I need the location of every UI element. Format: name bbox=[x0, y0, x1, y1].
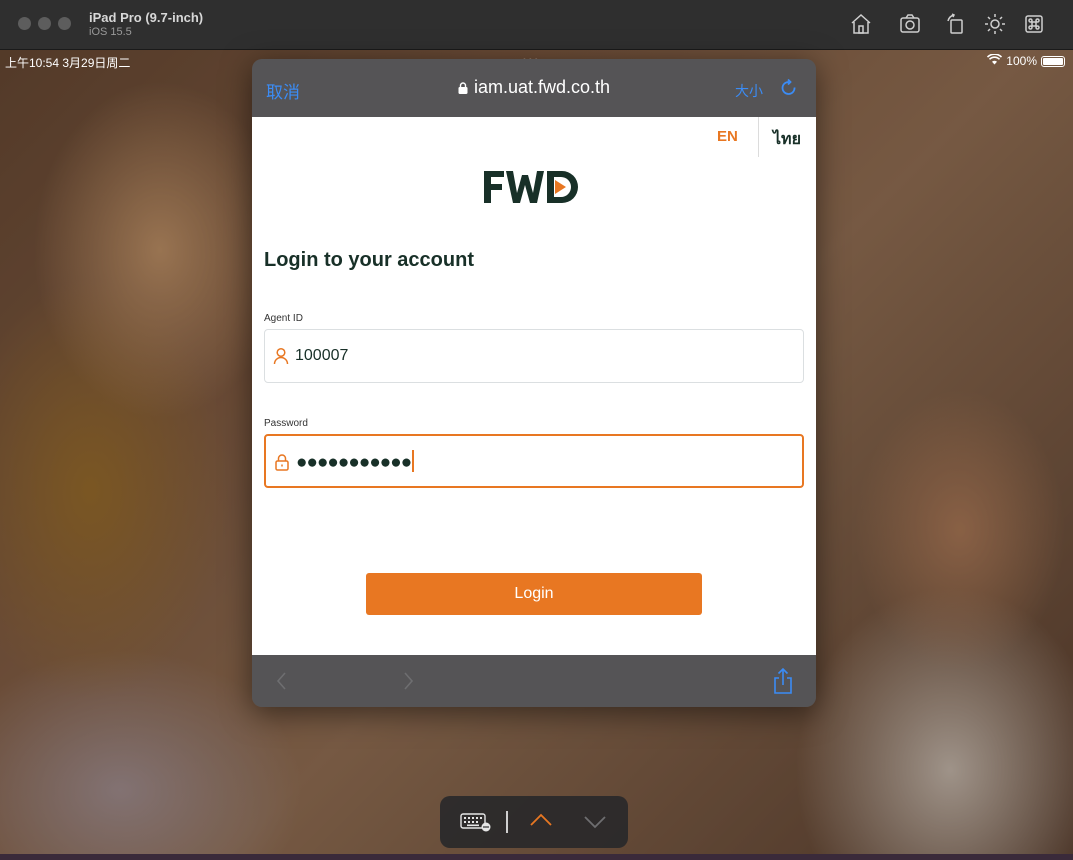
home-icon[interactable] bbox=[849, 12, 873, 36]
back-icon[interactable] bbox=[272, 670, 292, 692]
text-cursor bbox=[412, 450, 415, 472]
forward-icon[interactable] bbox=[398, 670, 418, 692]
page-title: Login to your account bbox=[264, 249, 474, 271]
user-icon bbox=[273, 347, 289, 365]
browser-top-bar: 取消 iam.uat.fwd.co.th 大小 bbox=[252, 59, 816, 117]
padlock-icon bbox=[275, 454, 289, 471]
login-page: EN ไทย Login to your account Agent ID 10… bbox=[252, 117, 816, 655]
agent-id-label: Agent ID bbox=[264, 313, 303, 324]
command-icon[interactable] bbox=[1022, 12, 1046, 36]
fwd-logo bbox=[484, 171, 578, 203]
rotate-icon[interactable] bbox=[944, 12, 968, 36]
language-en-button[interactable]: EN bbox=[717, 128, 738, 145]
device-name: iPad Pro (9.7-inch) bbox=[89, 10, 204, 25]
simulator-titlebar: iPad Pro (9.7-inch) iOS 15.5 bbox=[0, 0, 1073, 50]
address-bar[interactable]: iam.uat.fwd.co.th bbox=[252, 77, 816, 98]
zoom-window-button[interactable] bbox=[58, 17, 71, 30]
browser-bottom-bar bbox=[252, 655, 816, 707]
keyboard-icon[interactable] bbox=[460, 812, 492, 832]
text-size-button[interactable]: 大小 bbox=[735, 81, 763, 101]
minimize-window-button[interactable] bbox=[38, 17, 51, 30]
login-button[interactable]: Login bbox=[366, 573, 702, 615]
battery-icon bbox=[1041, 55, 1065, 67]
chevron-up-icon[interactable] bbox=[529, 812, 553, 828]
browser-sheet: 取消 iam.uat.fwd.co.th 大小 EN ไทย Login to … bbox=[252, 59, 816, 707]
lock-icon bbox=[458, 82, 468, 94]
url-text: iam.uat.fwd.co.th bbox=[473, 77, 611, 97]
language-divider bbox=[758, 117, 759, 157]
agent-id-value: 100007 bbox=[295, 347, 349, 364]
password-label: Password bbox=[264, 418, 308, 429]
os-version: iOS 15.5 bbox=[89, 26, 132, 38]
battery-percent: 100% bbox=[1006, 54, 1037, 68]
keyboard-accessory-bar bbox=[440, 796, 628, 848]
share-icon[interactable] bbox=[772, 667, 794, 695]
wifi-icon bbox=[987, 53, 1003, 68]
screenshot-icon[interactable] bbox=[898, 12, 922, 36]
close-window-button[interactable] bbox=[18, 17, 31, 30]
password-mask: ●●●●●●●●●●● bbox=[296, 450, 415, 474]
accessory-separator bbox=[506, 811, 508, 833]
battery-fill bbox=[1043, 57, 1063, 65]
password-field[interactable]: ●●●●●●●●●●● bbox=[264, 434, 804, 488]
language-th-button[interactable]: ไทย bbox=[773, 127, 801, 152]
desktop-edge-strip bbox=[0, 854, 1073, 860]
agent-id-field[interactable]: 100007 bbox=[264, 329, 804, 383]
status-right: 100% bbox=[987, 53, 1065, 68]
reload-icon[interactable] bbox=[779, 78, 799, 98]
status-time: 上午10:54 3月29日周二 bbox=[5, 56, 131, 70]
appearance-icon[interactable] bbox=[983, 12, 1007, 36]
chevron-down-icon[interactable] bbox=[583, 814, 607, 830]
